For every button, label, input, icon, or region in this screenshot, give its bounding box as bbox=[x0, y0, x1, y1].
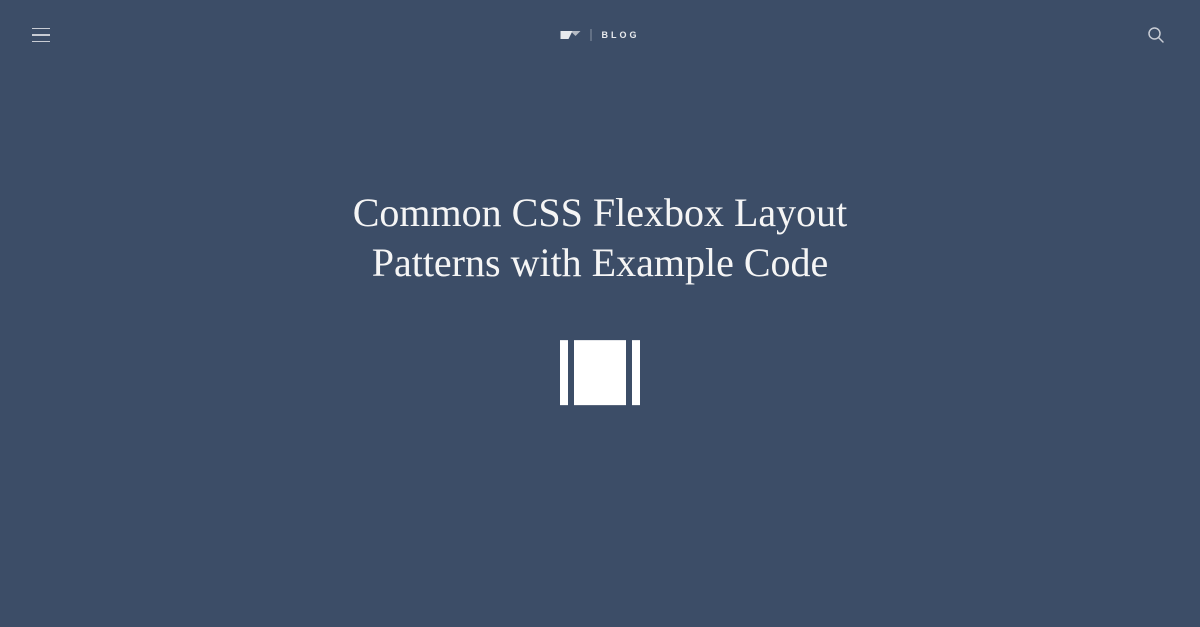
hero-graphic bbox=[560, 340, 640, 405]
blog-label: BLOG bbox=[602, 30, 640, 40]
logo-icon bbox=[561, 29, 581, 41]
flexbox-column-icon bbox=[632, 340, 640, 405]
main-content: Common CSS Flexbox Layout Patterns with … bbox=[0, 188, 1200, 405]
logo-divider bbox=[591, 29, 592, 41]
hamburger-icon bbox=[32, 41, 50, 43]
page-title: Common CSS Flexbox Layout Patterns with … bbox=[320, 188, 880, 288]
hamburger-icon bbox=[32, 28, 50, 30]
flexbox-column-icon bbox=[574, 340, 626, 405]
search-button[interactable] bbox=[1144, 23, 1168, 47]
hamburger-icon bbox=[32, 34, 50, 36]
flexbox-column-icon bbox=[560, 340, 568, 405]
logo-container[interactable]: BLOG bbox=[561, 29, 640, 41]
menu-button[interactable] bbox=[32, 23, 56, 47]
search-icon bbox=[1147, 26, 1165, 44]
header: BLOG bbox=[0, 0, 1200, 70]
